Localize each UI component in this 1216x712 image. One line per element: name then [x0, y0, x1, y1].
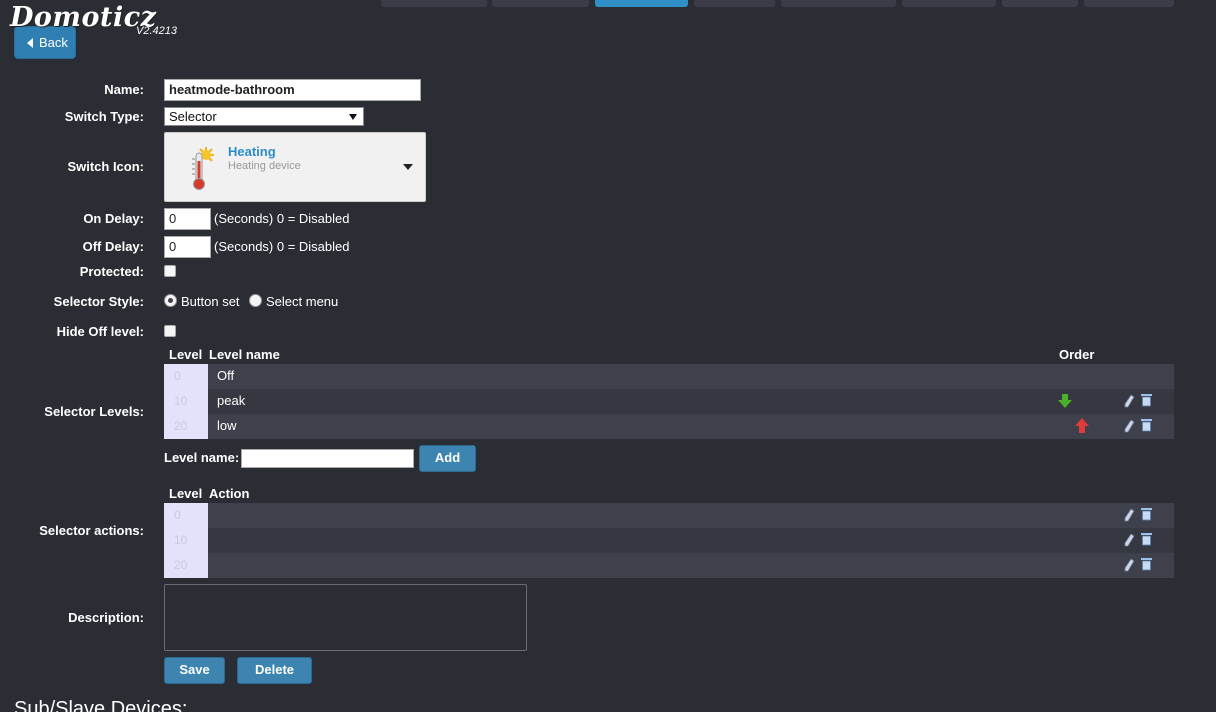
select-menu-label: Select menu — [266, 294, 339, 309]
description-label: Description: — [68, 610, 144, 625]
action-row[interactable]: 0 — [164, 503, 1174, 528]
description-textarea[interactable] — [164, 584, 527, 651]
level-name: low — [217, 418, 237, 433]
levels-header-name: Level name — [209, 347, 280, 362]
save-button[interactable]: Save — [164, 657, 225, 684]
dropdown-caret-icon — [403, 164, 413, 170]
level-value: 10 — [164, 389, 208, 414]
add-level-button[interactable]: Add — [419, 445, 476, 472]
move-down-arrow-icon[interactable] — [1058, 393, 1072, 409]
top-tab[interactable] — [1002, 0, 1078, 7]
protected-label: Protected: — [79, 264, 144, 279]
protected-checkbox[interactable] — [164, 265, 176, 277]
top-tab[interactable] — [381, 0, 487, 7]
switch-icon-title: Heating — [228, 144, 276, 159]
switch-type-value: Selector — [169, 109, 217, 124]
off-delay-input[interactable]: 0 — [164, 236, 211, 258]
switch-icon-select[interactable]: Heating Heating device — [164, 132, 426, 202]
level-row[interactable]: 0 Off — [164, 364, 1174, 389]
action-level: 0 — [164, 503, 208, 528]
hide-off-level-checkbox[interactable] — [164, 325, 176, 337]
action-row[interactable]: 20 — [164, 553, 1174, 578]
switch-type-select[interactable]: Selector — [164, 107, 364, 126]
level-row[interactable]: 20 low — [164, 414, 1174, 439]
chevron-left-icon — [27, 38, 33, 48]
levels-header-order: Order — [1059, 347, 1095, 362]
hide-off-level-label: Hide Off level: — [56, 324, 144, 339]
switch-type-label: Switch Type: — [64, 109, 144, 124]
name-input[interactable]: heatmode-bathroom — [164, 79, 421, 101]
on-delay-hint: (Seconds) 0 = Disabled — [214, 211, 350, 226]
off-delay-label: Off Delay: — [82, 239, 144, 254]
action-row[interactable]: 10 — [164, 528, 1174, 553]
top-tab[interactable] — [902, 0, 996, 7]
selector-actions-label: Selector actions: — [39, 523, 144, 538]
switch-icon-subtitle: Heating device — [228, 160, 301, 172]
button-set-radio[interactable] — [164, 294, 177, 307]
level-value: 0 — [164, 364, 208, 389]
level-name: peak — [217, 393, 246, 408]
action-level: 10 — [164, 528, 208, 553]
trash-icon[interactable] — [1141, 557, 1152, 571]
level-name-label: Level name: — [164, 450, 240, 465]
trash-icon[interactable] — [1141, 532, 1152, 546]
top-tab[interactable] — [492, 0, 589, 7]
level-row[interactable]: 10 peak — [164, 389, 1174, 414]
button-set-label: Button set — [181, 294, 240, 309]
top-nav-tabs — [0, 0, 1216, 7]
edit-pencil-icon[interactable] — [1124, 394, 1135, 408]
switch-icon-label: Switch Icon: — [67, 159, 144, 174]
top-tab[interactable] — [1084, 0, 1174, 7]
select-menu-radio[interactable] — [249, 294, 262, 307]
selector-style-label: Selector Style: — [53, 294, 144, 309]
edit-pencil-icon[interactable] — [1124, 508, 1135, 522]
back-label: Back — [39, 35, 68, 50]
actions-header-action: Action — [209, 486, 250, 501]
app-logo: Domoticz — [10, 2, 157, 33]
name-label: Name: — [104, 82, 144, 97]
edit-pencil-icon[interactable] — [1124, 419, 1135, 433]
thermometer-sun-icon — [192, 147, 214, 190]
dropdown-arrow-icon — [349, 114, 357, 120]
trash-icon[interactable] — [1141, 507, 1152, 521]
actions-header-level: Level — [169, 486, 203, 501]
level-value: 20 — [164, 414, 208, 439]
action-level: 20 — [164, 553, 208, 578]
levels-header-level: Level — [169, 347, 203, 362]
on-delay-input[interactable]: 0 — [164, 208, 211, 230]
level-name-input[interactable] — [241, 449, 414, 468]
trash-icon[interactable] — [1141, 418, 1152, 432]
top-tab[interactable] — [694, 0, 775, 7]
app-version: V2.4213 — [136, 25, 177, 37]
level-name: Off — [217, 368, 235, 383]
top-tab[interactable] — [781, 0, 896, 7]
off-delay-hint: (Seconds) 0 = Disabled — [214, 239, 350, 254]
edit-pencil-icon[interactable] — [1124, 558, 1135, 572]
trash-icon[interactable] — [1141, 393, 1152, 407]
top-tab-active[interactable] — [595, 0, 688, 7]
delete-button[interactable]: Delete — [237, 657, 312, 684]
move-up-arrow-icon[interactable] — [1075, 418, 1089, 434]
on-delay-label: On Delay: — [83, 211, 144, 226]
edit-pencil-icon[interactable] — [1124, 533, 1135, 547]
selector-levels-label: Selector Levels: — [44, 404, 144, 419]
subslave-devices-heading: Sub/Slave Devices: — [14, 698, 188, 712]
